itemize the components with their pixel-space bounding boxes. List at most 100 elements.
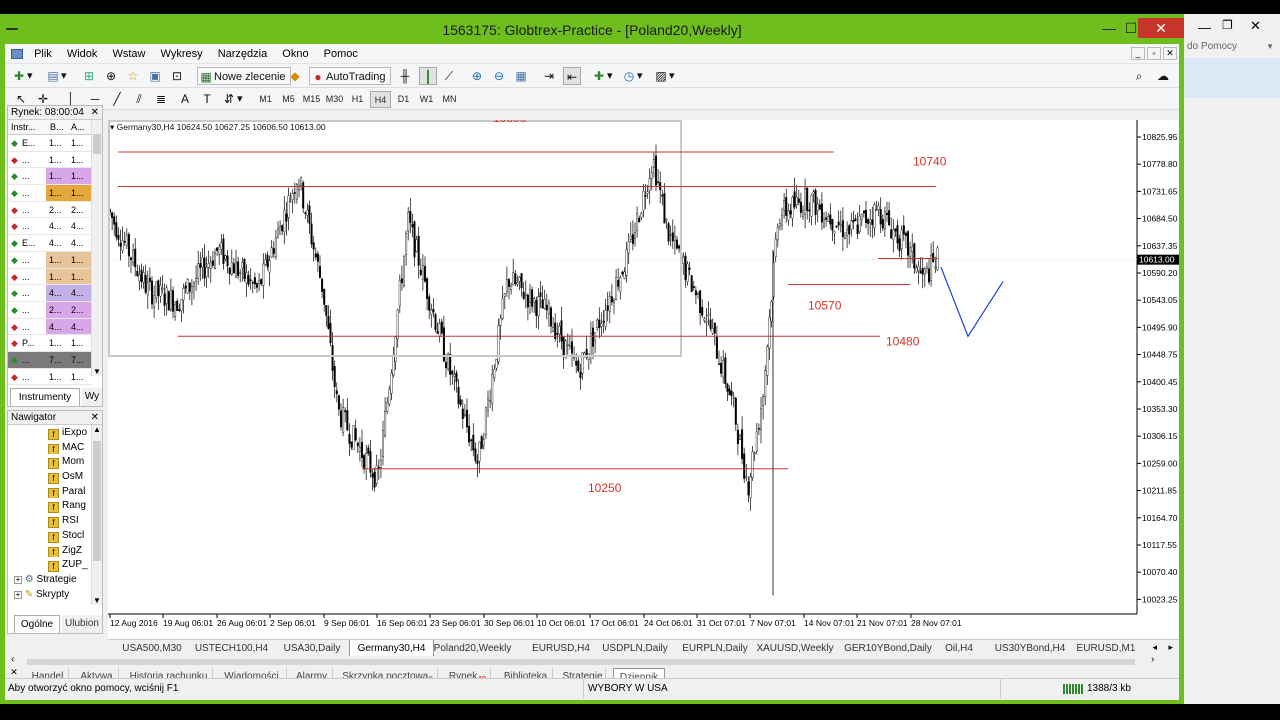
market-row[interactable]: ◆... 1... 1...	[8, 268, 92, 286]
mdi-restore-button[interactable]: ▫	[1147, 47, 1161, 60]
terminal-button[interactable]: ▣	[147, 67, 163, 85]
navigator-indicator[interactable]: f MAC	[8, 440, 102, 455]
tabs-scroll-right-icon[interactable]: ▸	[1168, 642, 1173, 653]
menu-view[interactable]: Widok	[61, 44, 104, 64]
arrows-tool[interactable]: ⇵ ▾	[221, 90, 243, 108]
market-row[interactable]: ◆ P... 1... 1...	[8, 335, 92, 352]
close-button[interactable]: ✕	[1138, 18, 1184, 38]
market-row[interactable]: ◆... 4... 4...	[8, 285, 92, 302]
expand-icon[interactable]: +	[14, 590, 22, 599]
timeframe-mn[interactable]: MN	[439, 91, 460, 108]
scrollbar-thumb[interactable]	[27, 659, 1135, 665]
menu-tools[interactable]: Narzędzia	[212, 44, 274, 64]
navigator-indicator[interactable]: f Mom	[8, 454, 102, 470]
menu-file[interactable]: Plik	[28, 44, 58, 64]
bar-chart-button[interactable]: ╫	[397, 67, 413, 85]
meta-editor-button[interactable]: ◆	[287, 67, 303, 85]
tab-favorites[interactable]: Ulubion	[62, 615, 102, 633]
channel-tool[interactable]: ⫽	[131, 90, 147, 108]
periods-button[interactable]: ◷ ▾	[621, 67, 643, 85]
zoom-in-button[interactable]: ⊕	[469, 67, 485, 85]
column-ask[interactable]: A...	[71, 120, 85, 135]
close-button[interactable]: ✕	[1250, 18, 1261, 34]
chart-canvas[interactable]: 10825.95 10778.80 10731.65 10684.50 10637.35…	[108, 120, 1179, 639]
market-row[interactable]: ◆ E... 1... 1...	[8, 135, 92, 152]
navigator-indicator[interactable]: f RSI	[8, 513, 102, 528]
zoom-out-button[interactable]: ⊖	[491, 67, 507, 85]
chat-button[interactable]: ☁	[1155, 67, 1171, 85]
navigator-indicator[interactable]: f Rang	[8, 498, 102, 514]
terminal-scrollbar[interactable]: ‹ ›	[5, 654, 1165, 668]
timeframe-w1[interactable]: W1	[416, 91, 437, 108]
tree-node-scripts[interactable]: + ✎ Skrypty	[8, 587, 102, 602]
timeframe-m5[interactable]: M5	[278, 91, 299, 108]
menu-help[interactable]: Pomoc	[318, 44, 364, 64]
mdi-minimize-button[interactable]: _	[1131, 47, 1145, 60]
tabs-scroll-left-icon[interactable]: ◂	[1152, 642, 1157, 653]
expand-icon[interactable]: +	[14, 575, 22, 584]
timeframe-m1[interactable]: M1	[255, 91, 276, 108]
label-tool[interactable]: T	[199, 90, 215, 108]
navigator-scrollbar[interactable]: ▲ ▼	[91, 425, 102, 605]
tile-windows-button[interactable]: ▦	[513, 67, 529, 85]
market-row[interactable]: ◆... 4... 4...	[8, 318, 92, 336]
market-row[interactable]: ◆... 1... 1...	[8, 368, 92, 386]
market-row[interactable]: ◆... 1... 1...	[8, 185, 92, 202]
market-row[interactable]: ◆... 1... 1...	[8, 251, 92, 269]
new-chart-button[interactable]: ✚ ▾	[11, 67, 33, 85]
menu-charts[interactable]: Wykresy	[155, 44, 209, 64]
navigator-indicator[interactable]: f ZigZ	[8, 543, 102, 558]
tree-node-strategies[interactable]: + ⚙ Strategie	[8, 572, 102, 587]
market-row[interactable]: ◆ E... 4... 4...	[8, 235, 92, 252]
timeframe-d1[interactable]: D1	[393, 91, 414, 108]
close-icon[interactable]: ✕	[91, 106, 99, 120]
chart-shift-button[interactable]: ⇤	[563, 67, 581, 85]
timeframe-m30[interactable]: M30	[324, 91, 345, 108]
chevron-down-icon[interactable]: ▼	[1266, 40, 1274, 54]
maximize-button[interactable]: ❐	[1222, 18, 1233, 32]
navigator-indicator[interactable]: f iExpo	[8, 425, 102, 440]
trendline-tool[interactable]: ╱	[109, 90, 125, 108]
data-window-button[interactable]: ⊕	[103, 67, 119, 85]
navigator-button[interactable]: ☆	[125, 67, 141, 85]
market-row[interactable]: ◆... 2... 2...	[8, 301, 92, 319]
tab-instruments[interactable]: Instrumenty	[10, 388, 80, 406]
scroll-right-icon[interactable]: ›	[1151, 654, 1154, 665]
navigator-indicator[interactable]: f ZUP_	[8, 557, 102, 572]
market-row[interactable]: ◆... 1... 1...	[8, 168, 92, 186]
templates-button[interactable]: ▨ ▾	[653, 67, 674, 85]
column-symbol[interactable]: Instr...	[11, 120, 36, 135]
scrollbar-thumb[interactable]	[93, 441, 101, 561]
chevron-down-icon[interactable]: ▾	[110, 122, 114, 132]
menu-window[interactable]: Okno	[276, 44, 314, 64]
tester-button[interactable]: ⊡	[169, 67, 185, 85]
new-order-button[interactable]: ▦ Nowe zlecenie	[197, 67, 291, 85]
text-tool[interactable]: A	[177, 90, 193, 108]
auto-scroll-button[interactable]: ⇥	[541, 67, 557, 85]
search-button[interactable]: ⌕	[1131, 67, 1147, 85]
column-bid[interactable]: B...	[50, 120, 64, 135]
market-row[interactable]: ◆... 7... 7...	[8, 351, 92, 369]
market-row[interactable]: ◆... 1... 1...	[8, 151, 92, 169]
mdi-close-button[interactable]: ✕	[1163, 47, 1177, 60]
scrollbar-thumb[interactable]	[93, 134, 101, 154]
timeframe-h4[interactable]: H4	[370, 91, 391, 108]
fibonacci-tool[interactable]: ≣	[153, 90, 169, 108]
timeframe-h1[interactable]: H1	[347, 91, 368, 108]
close-icon[interactable]: ✕	[91, 411, 99, 425]
timeframe-m15[interactable]: M15	[301, 91, 322, 108]
market-row[interactable]: ◆... 4... 4...	[8, 218, 92, 236]
indicators-button[interactable]: ✚ ▾	[591, 67, 613, 85]
market-watch-scrollbar[interactable]: ▼	[91, 120, 102, 376]
terminal-close-icon[interactable]: ✕	[10, 668, 20, 678]
menu-insert[interactable]: Wstaw	[106, 44, 151, 64]
autotrading-button[interactable]: ● AutoTrading	[309, 67, 391, 85]
tab-details[interactable]: Wy	[82, 388, 102, 406]
help-search-field[interactable]: do Pomocy ▼	[1184, 40, 1280, 58]
market-row[interactable]: ◆... 2... 2...	[8, 201, 92, 219]
navigator-indicator[interactable]: f Stocl	[8, 528, 102, 543]
tab-general[interactable]: Ogólne	[14, 615, 60, 633]
profiles-button[interactable]: ▤ ▾	[45, 67, 66, 85]
minimize-button[interactable]: —	[1198, 20, 1211, 35]
scroll-down-icon[interactable]: ▼	[93, 596, 101, 605]
